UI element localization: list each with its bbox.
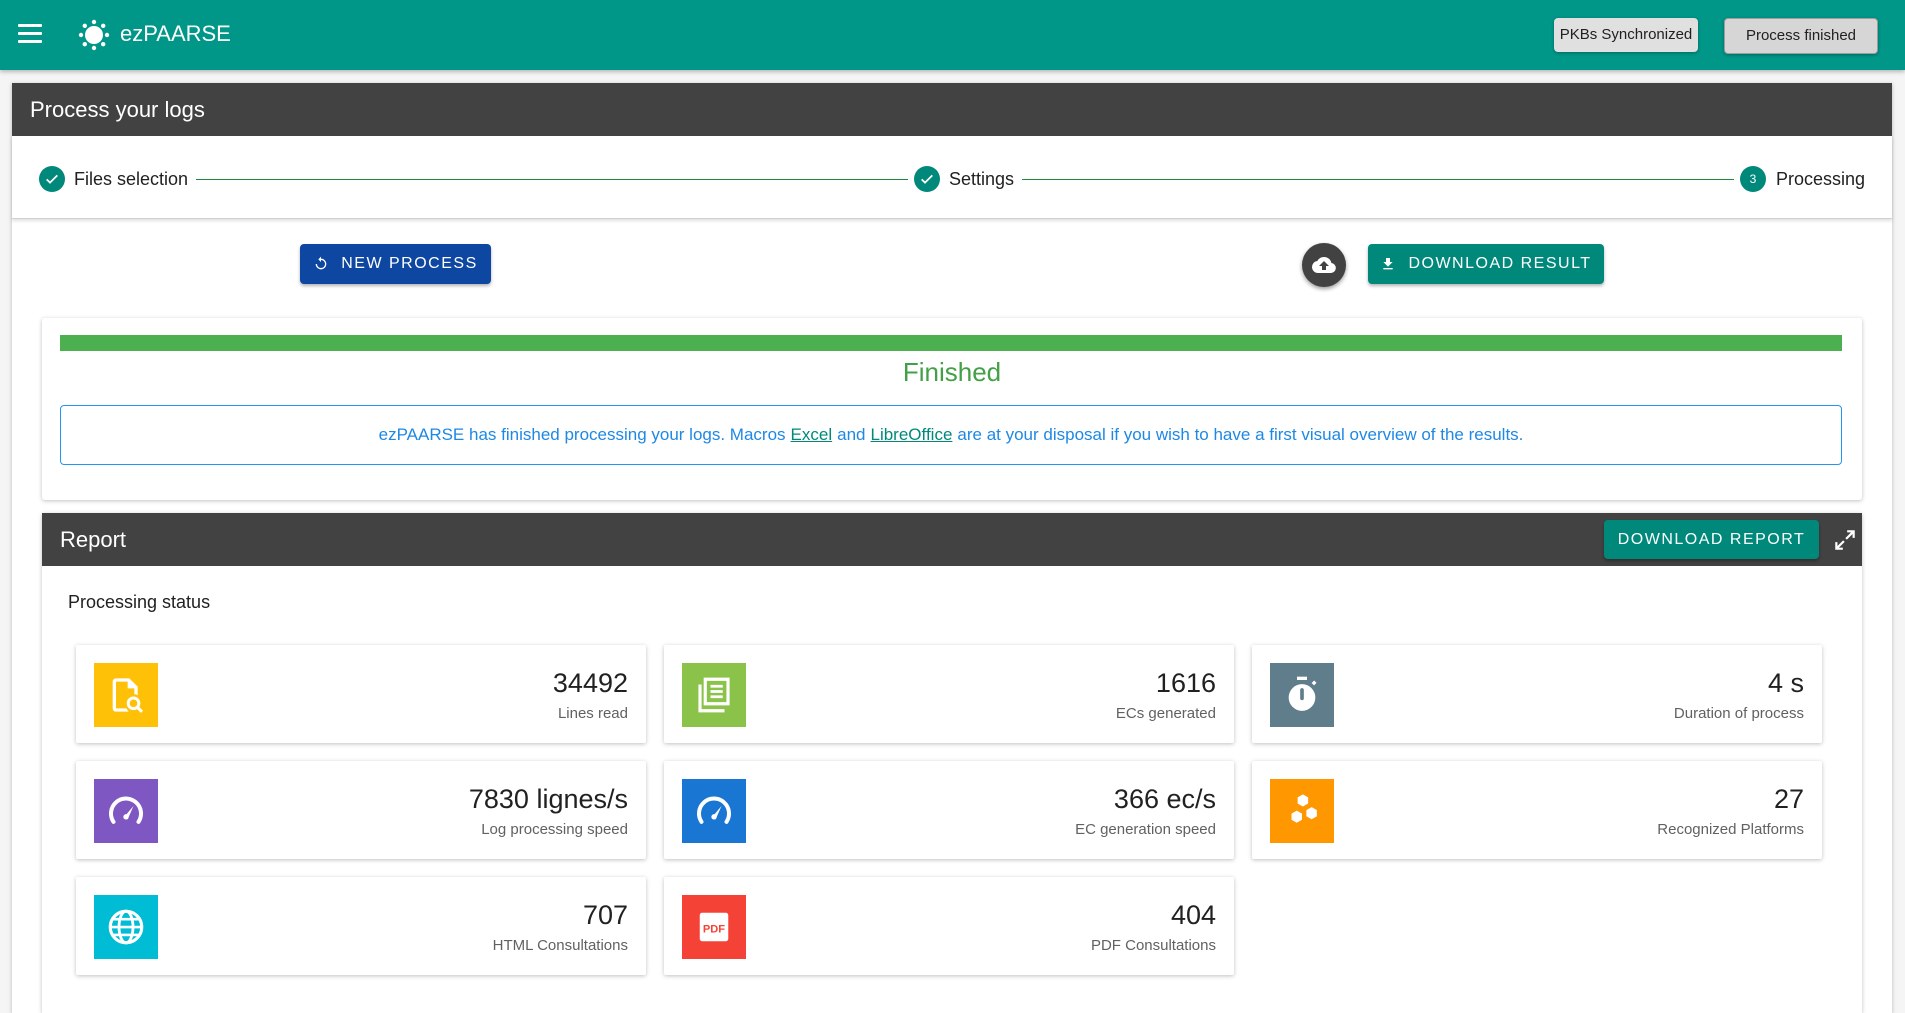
stat-value: 366 ec/s: [1113, 784, 1216, 814]
report-card: Report Download report Processing status…: [42, 513, 1862, 1013]
info-text-after: are at your disposal if you wish to have…: [957, 425, 1524, 444]
speedometer-icon: [682, 779, 746, 843]
status-card: Finished ezPAARSE has finished processin…: [42, 318, 1862, 500]
file-search-icon: [94, 663, 158, 727]
page-title: Process your logs: [30, 97, 205, 122]
speedometer-icon: [94, 779, 158, 843]
new-process-label: New process: [341, 255, 478, 272]
step-connector: [196, 179, 908, 180]
stat-value: 404: [1170, 900, 1216, 930]
step-processing[interactable]: Processing: [1776, 168, 1865, 190]
pdf-file-icon: PDF: [682, 895, 746, 959]
pkb-status-button[interactable]: PKBs Synchronized: [1554, 18, 1698, 52]
ezpaarse-logo-icon: [78, 19, 110, 51]
download-result-label: Download result: [1408, 255, 1592, 272]
stat-duration: 4 s Duration of process: [1252, 645, 1822, 743]
app-bar: ezPAARSE PKBs Synchronized Process finis…: [0, 0, 1905, 70]
stat-value: 1616: [1155, 668, 1216, 698]
download-result-button[interactable]: Download result: [1368, 244, 1604, 284]
stat-recognized-platforms: 27 Recognized Platforms: [1252, 761, 1822, 859]
step-done-check-icon[interactable]: [39, 166, 65, 192]
menu-icon[interactable]: [18, 24, 42, 44]
report-title: Report: [60, 527, 127, 552]
report-header: Report Download report: [42, 513, 1862, 566]
process-status-button[interactable]: Process finished: [1724, 18, 1878, 54]
stat-value: 4 s: [1767, 668, 1804, 698]
timer-icon: [1270, 663, 1334, 727]
stat-log-processing-speed: 7830 lignes/s Log processing speed: [76, 761, 646, 859]
libreoffice-macro-link[interactable]: LibreOffice: [871, 425, 953, 445]
svg-text:PDF: PDF: [703, 924, 725, 936]
stat-ecs-generated: 1616 ECs generated: [664, 645, 1234, 743]
stat-label: Log processing speed: [481, 821, 628, 838]
finished-label: Finished: [902, 357, 1002, 387]
stat-lines-read: 34492 Lines read: [76, 645, 646, 743]
download-icon: [1383, 258, 1394, 270]
progress-bar: [60, 335, 1842, 351]
upload-cloud-button[interactable]: [1302, 243, 1346, 287]
process-header: Process your logs: [12, 83, 1892, 136]
stat-value: 34492: [552, 668, 628, 698]
excel-macro-link[interactable]: Excel: [791, 425, 833, 445]
stat-label: ECs generated: [1115, 705, 1216, 722]
info-text-before: ezPAARSE has finished processing your lo…: [378, 425, 786, 444]
processing-status-title: Processing status: [68, 592, 211, 612]
stat-label: Recognized Platforms: [1657, 821, 1804, 838]
step-files-selection[interactable]: Files selection: [74, 168, 188, 190]
info-alert: ezPAARSE has finished processing your lo…: [60, 405, 1842, 465]
newspaper-icon: [682, 663, 746, 727]
download-report-button[interactable]: Download report: [1604, 520, 1819, 559]
stat-value: 27: [1773, 784, 1804, 814]
step-settings[interactable]: Settings: [949, 168, 1014, 190]
web-icon: [94, 895, 158, 959]
new-process-button[interactable]: New process: [300, 244, 491, 284]
stat-label: Lines read: [557, 705, 628, 722]
stepper: Files selection Settings 3 Processing: [12, 136, 1892, 219]
hexagon-multiple-icon: [1270, 779, 1334, 843]
stat-label: Duration of process: [1673, 705, 1804, 722]
info-text-and: and: [837, 425, 866, 444]
restart-icon: [315, 256, 327, 270]
fullscreen-icon[interactable]: [1832, 527, 1858, 553]
step-number-badge: 3: [1740, 166, 1766, 192]
stat-label: EC generation speed: [1075, 821, 1216, 838]
stat-label: PDF Consultations: [1090, 937, 1216, 954]
stat-pdf-consultations: PDF 404 PDF Consultations: [664, 877, 1234, 975]
progress-bar-fill: [60, 335, 1842, 351]
step-connector: [1022, 179, 1734, 180]
stat-label: HTML Consultations: [492, 937, 628, 954]
process-card: Process your logs Files selection Settin…: [12, 83, 1892, 1013]
cloud-upload-icon: [1312, 256, 1336, 273]
stat-value: 7830 lignes/s: [468, 784, 628, 814]
app-title: ezPAARSE: [120, 21, 231, 46]
stat-html-consultations: 707 HTML Consultations: [76, 877, 646, 975]
stat-ec-generation-speed: 366 ec/s EC generation speed: [664, 761, 1234, 859]
step-done-check-icon[interactable]: [914, 166, 940, 192]
stat-value: 707: [582, 900, 628, 930]
